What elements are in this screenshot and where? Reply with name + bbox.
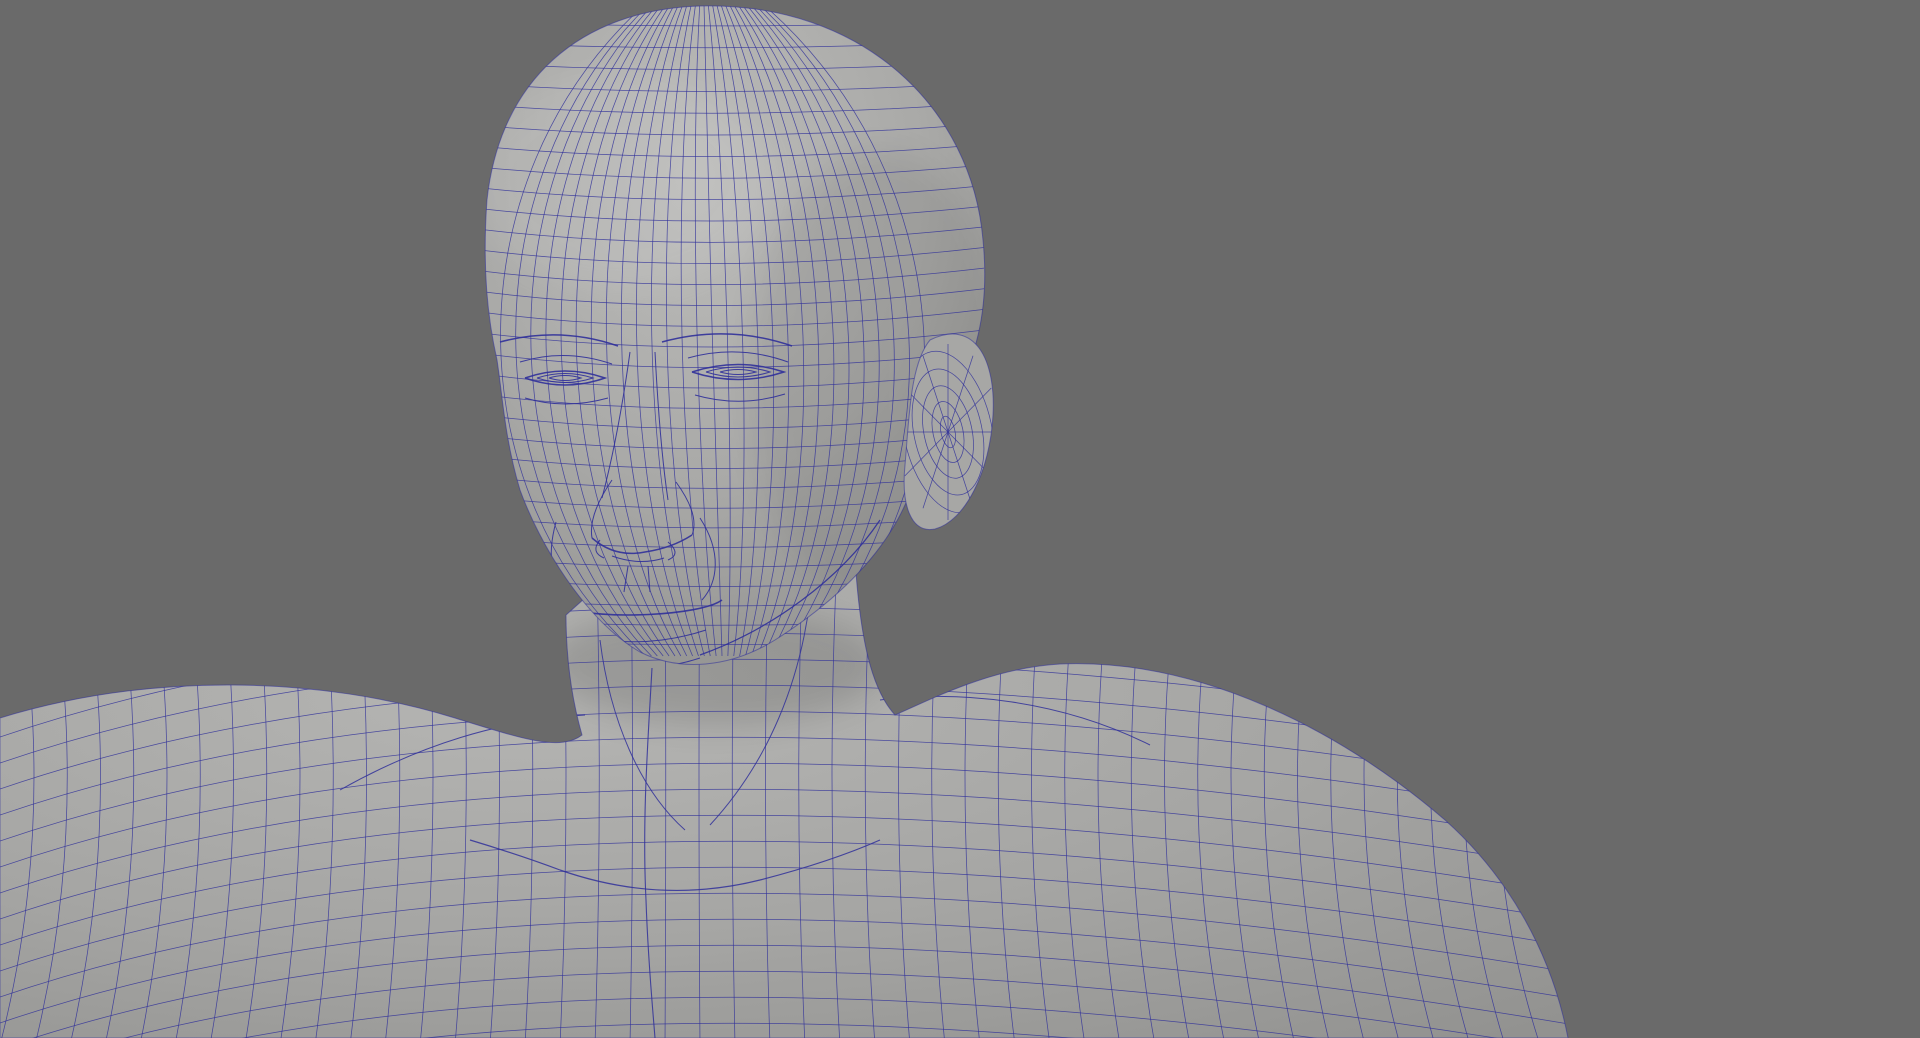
- scene-canvas[interactable]: [0, 0, 1920, 1038]
- viewport-3d[interactable]: [0, 0, 1920, 1038]
